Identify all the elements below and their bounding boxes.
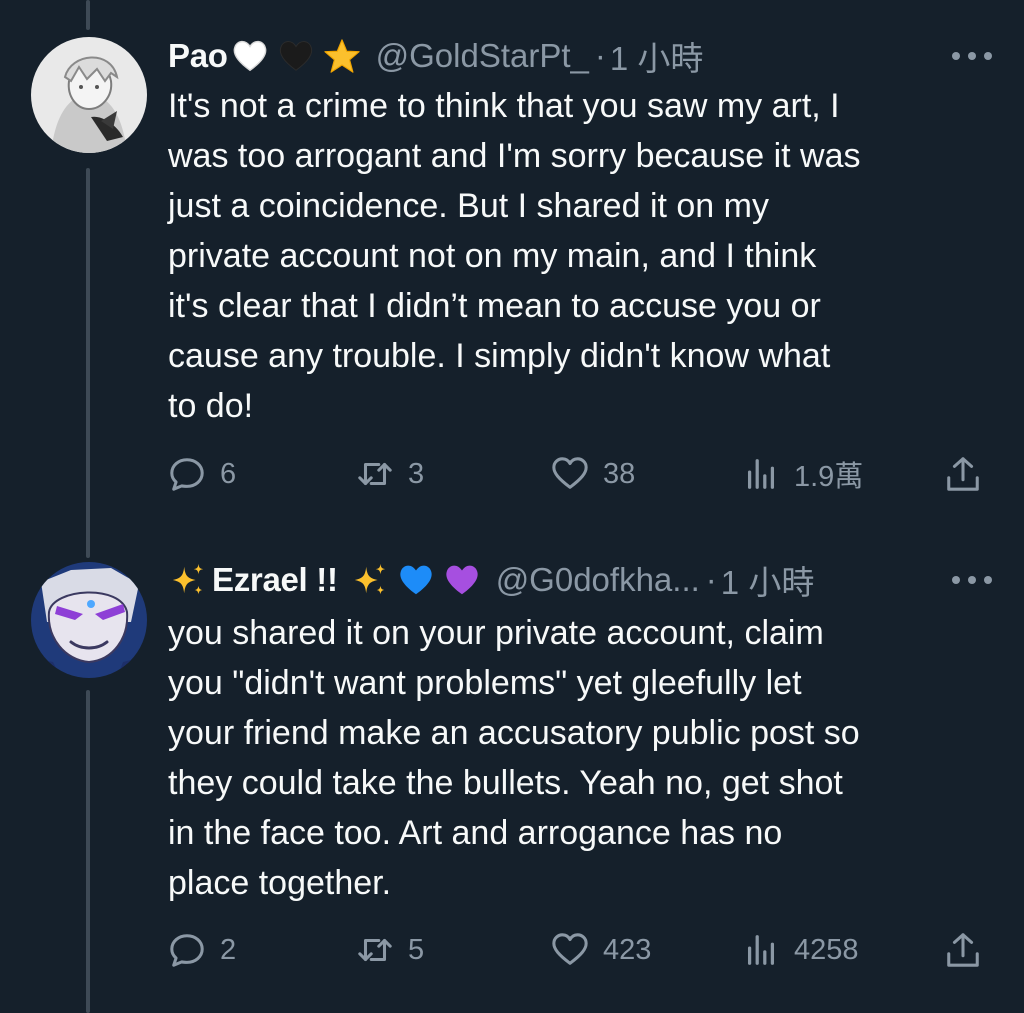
- repost-button[interactable]: 5: [356, 928, 424, 972]
- tweet-text-line: you "didn't want problems" yet gleefully…: [168, 664, 802, 702]
- reply-count: 2: [220, 933, 237, 966]
- tweet-text: It's not a crime to think that you saw m…: [168, 81, 988, 431]
- handle[interactable]: @G0dofkha...: [496, 561, 700, 599]
- tweet-header: Pao @GoldStarPt_ · 1 小時: [168, 31, 703, 81]
- reply-button[interactable]: 6: [168, 452, 236, 496]
- avatar-image: [31, 562, 147, 678]
- reply-count: 6: [220, 457, 237, 490]
- repost-icon: [358, 938, 392, 962]
- separator-dot: ·: [594, 37, 606, 74]
- tweet-text-line: It's not a crime to think that you saw m…: [168, 87, 840, 125]
- share-icon: [947, 933, 979, 967]
- display-name[interactable]: Pao: [168, 37, 228, 75]
- thread-line-bottom: [86, 690, 90, 1013]
- share-button[interactable]: [944, 452, 982, 496]
- repost-count: 5: [408, 933, 425, 966]
- tweet-text-line: in the face too. Art and arrogance has n…: [168, 814, 783, 852]
- views-icon: [747, 935, 775, 965]
- tweet-text-line: cause any trouble. I simply didn't know …: [168, 337, 831, 375]
- thread-line-middle: [86, 168, 90, 558]
- timestamp[interactable]: 1 小時: [610, 32, 704, 80]
- share-icon: [947, 457, 979, 491]
- tweet-text-line: was too arrogant and I'm sorry because i…: [168, 137, 861, 175]
- display-name[interactable]: Ezrael !!: [212, 561, 338, 599]
- tweet-text-line: it's clear that I didn’t mean to accuse …: [168, 287, 821, 325]
- repost-button[interactable]: 3: [356, 452, 424, 496]
- repost-icon: [358, 462, 392, 486]
- white-heart-emoji: [230, 36, 270, 76]
- separator-dot: ·: [705, 561, 717, 598]
- views-button[interactable]: 1.9萬: [742, 452, 863, 496]
- thread-line-top: [86, 0, 90, 30]
- tweet-text-line: you shared it on your private account, c…: [168, 614, 824, 652]
- avatar[interactable]: [31, 37, 147, 153]
- tweet-text: you shared it on your private account, c…: [168, 608, 988, 908]
- tweet-text-line: they could take the bullets. Yeah no, ge…: [168, 764, 843, 802]
- like-button[interactable]: 423: [551, 928, 651, 972]
- timestamp[interactable]: 1 小時: [721, 556, 815, 604]
- views-button[interactable]: 4258: [742, 928, 859, 972]
- heart-icon: [552, 933, 588, 965]
- purple-heart-emoji: [442, 560, 482, 600]
- views-icon: [747, 459, 775, 489]
- reply-button[interactable]: 2: [168, 928, 236, 972]
- tweet-text-line: place together.: [168, 864, 392, 902]
- reply-icon: [170, 458, 204, 491]
- share-button[interactable]: [944, 928, 982, 972]
- like-count: 423: [603, 933, 652, 966]
- tweet-actions: 6 3 38 1.9萬: [168, 452, 988, 496]
- tweet-text-line: just a coincidence. But I shared it on m…: [168, 187, 769, 225]
- tweet-actions: 2 5 423 4258: [168, 928, 988, 972]
- sparkles-emoji: [350, 560, 390, 600]
- reply-icon: [170, 934, 204, 967]
- like-count: 38: [603, 457, 636, 490]
- more-icon[interactable]: [952, 46, 992, 66]
- blue-heart-emoji: [396, 560, 436, 600]
- avatar[interactable]: [31, 562, 147, 678]
- heart-icon: [552, 457, 588, 489]
- view-count: 1.9萬: [794, 461, 864, 493]
- avatar-image: [31, 37, 147, 153]
- tweet-text-line: to do!: [168, 387, 254, 425]
- reply-thread: Pao @GoldStarPt_ · 1 小時 It's not a crime…: [0, 0, 1024, 1013]
- tweet-header: Ezrael !! @G0dofkha... · 1 小時: [168, 555, 814, 605]
- like-button[interactable]: 38: [551, 452, 635, 496]
- repost-count: 3: [408, 457, 425, 490]
- tweet-text-line: private account not on my main, and I th…: [168, 237, 817, 275]
- more-icon[interactable]: [952, 570, 992, 590]
- tweet-text-line: your friend make an accusatory public po…: [168, 714, 860, 752]
- sparkles-emoji: [168, 560, 208, 600]
- handle[interactable]: @GoldStarPt_: [376, 37, 589, 75]
- star-emoji: [322, 36, 362, 76]
- view-count: 4258: [794, 933, 859, 966]
- black-heart-emoji: [276, 36, 316, 76]
